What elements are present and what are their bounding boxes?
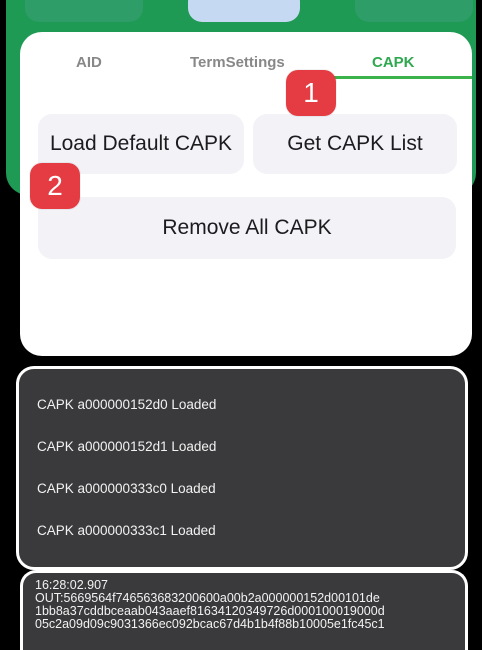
log-line: CAPK a000000152d0 Loaded	[37, 397, 217, 412]
output-log-card: 16:28:02.907 OUT:5669564f746563683200600…	[20, 570, 468, 650]
top-segment-right[interactable]	[355, 0, 473, 22]
tab-capk[interactable]: CAPK	[372, 54, 415, 71]
log-line: CAPK a000000152d1 Loaded	[37, 439, 217, 454]
log-line: CAPK a000000333c0 Loaded	[37, 481, 216, 496]
step-badge-1: 1	[286, 70, 336, 116]
output-line: 05c2a09d09c9031366ec092bcac67d4b1b4f88b1…	[35, 617, 385, 631]
step-badge-2: 2	[30, 163, 80, 209]
top-segment-middle[interactable]	[188, 0, 300, 22]
log-line: CAPK a000000333c1 Loaded	[37, 523, 216, 538]
tab-aid[interactable]: AID	[76, 54, 102, 71]
capk-log: CAPK a000000152d0 Loaded CAPK a000000152…	[16, 366, 468, 570]
active-tab-indicator	[320, 76, 472, 79]
capk-panel: AID TermSettings CAPK Load Default CAPK …	[20, 32, 472, 356]
get-capk-list-button[interactable]: Get CAPK List	[253, 114, 457, 174]
remove-all-capk-button[interactable]: Remove All CAPK	[38, 197, 456, 259]
top-segment-left[interactable]	[25, 0, 143, 22]
tab-term-settings[interactable]: TermSettings	[190, 54, 285, 71]
